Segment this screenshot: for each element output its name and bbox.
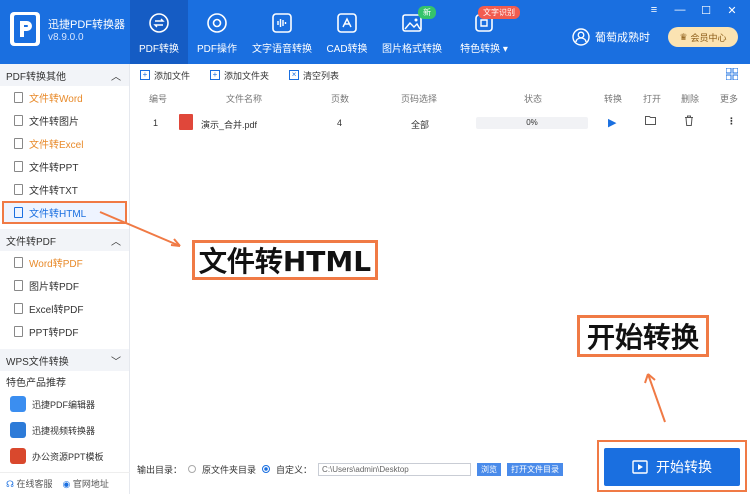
callout-start-convert: 开始转换 [577,315,709,357]
callout-file-to-html: 文件转HTML [192,240,378,280]
